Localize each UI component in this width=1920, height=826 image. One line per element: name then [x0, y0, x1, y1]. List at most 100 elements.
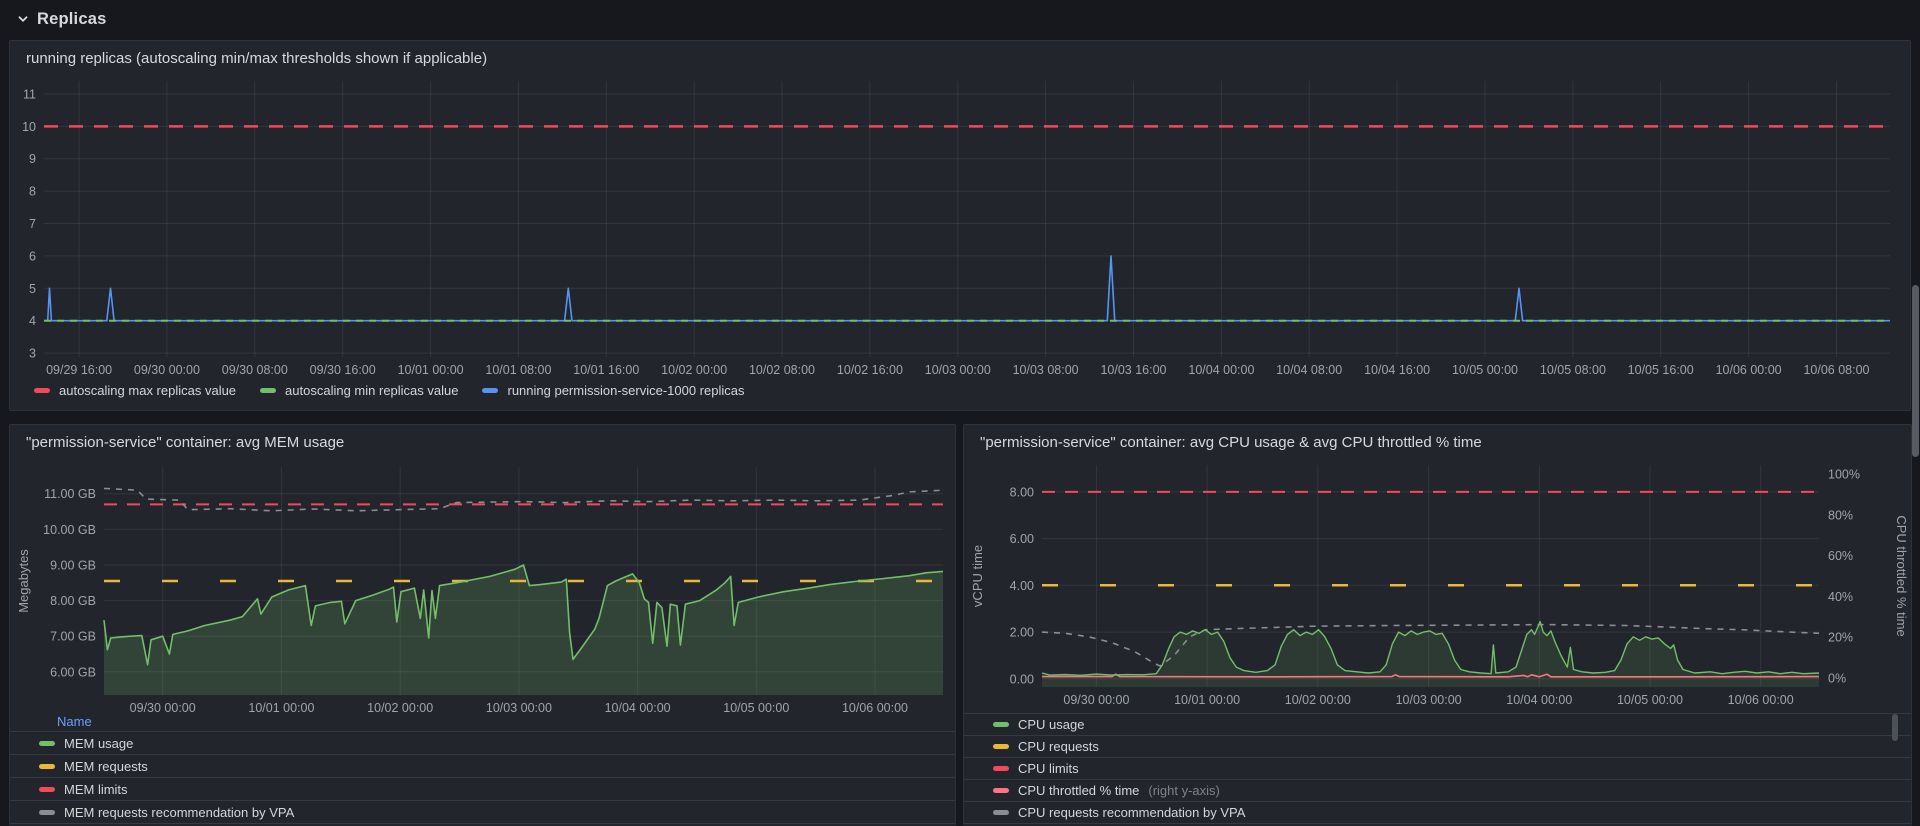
svg-text:10/06 00:00: 10/06 00:00	[1728, 693, 1794, 707]
legend-item[interactable]: running permission-service-1000 replicas	[482, 383, 744, 398]
svg-text:8.00: 8.00	[1010, 485, 1034, 499]
legend-item[interactable]: autoscaling min replicas value	[260, 383, 458, 398]
series-color-pill	[34, 388, 50, 393]
mem-legend-table: Name MEM usage MEM requests MEM limits MEM …	[10, 711, 955, 824]
chevron-down-icon	[16, 12, 30, 26]
svg-text:10: 10	[22, 120, 36, 134]
panel-title-mem-usage[interactable]: "permission-service" container: avg MEM …	[10, 425, 955, 451]
legend-row[interactable]: CPU usage	[964, 713, 1911, 735]
legend-row[interactable]: CPU requests recommendation by VPA	[964, 801, 1911, 823]
svg-text:10/05 16:00: 10/05 16:00	[1628, 363, 1694, 377]
legend-label: MEM requests	[64, 759, 148, 774]
svg-text:10/01 08:00: 10/01 08:00	[485, 363, 551, 377]
svg-text:80%: 80%	[1828, 508, 1853, 522]
mem-chart-canvas: 6.00 GB7.00 GB8.00 GB9.00 GB10.00 GB11.0…	[12, 453, 953, 715]
panel-cpu-usage: "permission-service" container: avg CPU …	[963, 424, 1912, 826]
legend-divider	[10, 823, 955, 824]
svg-text:10/05 00:00: 10/05 00:00	[1617, 693, 1683, 707]
svg-text:10/03 16:00: 10/03 16:00	[1100, 363, 1166, 377]
svg-text:3: 3	[29, 347, 36, 361]
svg-text:09/30 08:00: 09/30 08:00	[222, 363, 288, 377]
legend-row[interactable]: MEM limits	[10, 777, 955, 800]
legend-name-header[interactable]: Name	[10, 711, 955, 731]
svg-text:10/05 08:00: 10/05 08:00	[1540, 363, 1606, 377]
svg-text:9: 9	[29, 152, 36, 166]
panel-title-cpu-usage[interactable]: "permission-service" container: avg CPU …	[964, 425, 1911, 451]
legend-label: CPU usage	[1018, 717, 1084, 732]
svg-text:100%: 100%	[1828, 468, 1860, 482]
legend-row[interactable]: MEM usage	[10, 731, 955, 754]
svg-text:09/30 16:00: 09/30 16:00	[310, 363, 376, 377]
svg-text:10/05 00:00: 10/05 00:00	[1452, 363, 1518, 377]
svg-text:6.00 GB: 6.00 GB	[50, 665, 96, 679]
series-color-pill	[39, 787, 55, 792]
legend-scrollbar-thumb[interactable]	[1892, 714, 1898, 741]
svg-text:11: 11	[23, 87, 36, 101]
svg-text:09/30 00:00: 09/30 00:00	[1063, 693, 1129, 707]
y-axis-label: vCPU time	[970, 545, 985, 607]
svg-text:4: 4	[29, 314, 36, 328]
svg-text:10/03 08:00: 10/03 08:00	[1013, 363, 1079, 377]
series-color-pill	[260, 388, 276, 393]
svg-text:6: 6	[29, 249, 36, 263]
series-color-pill	[993, 788, 1009, 793]
svg-text:10/04 08:00: 10/04 08:00	[1276, 363, 1342, 377]
cpu-legend-table: CPU usage CPU requests CPU limits CPU throt…	[964, 713, 1911, 824]
svg-text:7.00 GB: 7.00 GB	[50, 630, 96, 644]
svg-text:11.00 GB: 11.00 GB	[44, 487, 96, 501]
replicas-legend: autoscaling max replicas value autoscalin…	[34, 383, 744, 398]
svg-text:09/30 00:00: 09/30 00:00	[134, 363, 200, 377]
svg-text:10/04 00:00: 10/04 00:00	[1188, 363, 1254, 377]
legend-label: MEM limits	[64, 782, 128, 797]
legend-label: CPU limits	[1018, 761, 1079, 776]
legend-row[interactable]: MEM requests recommendation by VPA	[10, 800, 955, 823]
replicas-chart-canvas: 3456789101109/29 16:0009/30 00:0009/30 0…	[14, 69, 1906, 381]
svg-text:0%: 0%	[1828, 671, 1846, 685]
series-color-pill	[993, 722, 1009, 727]
legend-label: CPU requests	[1018, 739, 1099, 754]
legend-label: autoscaling max replicas value	[59, 383, 236, 398]
svg-text:10/02 00:00: 10/02 00:00	[1285, 693, 1351, 707]
chart-svg: 0.00 2.00 4.00 6.00 8.00 0% 20% 40% 60% 80% 100% 09…	[966, 453, 1909, 707]
svg-text:10/01 00:00: 10/01 00:00	[398, 363, 464, 377]
legend-label: running permission-service-1000 replicas	[507, 383, 744, 398]
legend-row[interactable]: CPU requests	[964, 735, 1911, 757]
svg-text:8: 8	[29, 185, 36, 199]
legend-label: CPU requests recommendation by VPA	[1018, 805, 1245, 820]
svg-text:60%: 60%	[1828, 549, 1853, 563]
svg-text:2.00: 2.00	[1010, 626, 1034, 640]
legend-row[interactable]: CPU throttled % time(right y-axis)	[964, 779, 1911, 801]
svg-text:4.00: 4.00	[1010, 579, 1034, 593]
svg-text:10/06 08:00: 10/06 08:00	[1803, 363, 1869, 377]
svg-text:40%: 40%	[1828, 590, 1853, 604]
legend-label: MEM usage	[64, 736, 133, 751]
svg-text:10/04 16:00: 10/04 16:00	[1364, 363, 1430, 377]
svg-text:0.00: 0.00	[1010, 672, 1034, 686]
legend-row[interactable]: MEM requests	[10, 754, 955, 777]
series-color-pill	[993, 810, 1009, 815]
section-row-replicas[interactable]: Replicas	[16, 7, 106, 31]
svg-text:6.00: 6.00	[1010, 532, 1034, 546]
legend-row[interactable]: CPU limits	[964, 757, 1911, 779]
svg-text:20%: 20%	[1828, 631, 1853, 645]
series-color-pill	[993, 766, 1009, 771]
series-color-pill	[39, 810, 55, 815]
chart-svg: 6.00 GB7.00 GB8.00 GB9.00 GB10.00 GB11.0…	[12, 453, 953, 715]
svg-text:10/02 08:00: 10/02 08:00	[749, 363, 815, 377]
svg-text:10/01 16:00: 10/01 16:00	[573, 363, 639, 377]
svg-text:10/04 00:00: 10/04 00:00	[1506, 693, 1572, 707]
legend-divider	[964, 823, 1911, 824]
legend-label: autoscaling min replicas value	[285, 383, 458, 398]
svg-text:10/02 00:00: 10/02 00:00	[661, 363, 727, 377]
right-y-axis-label: CPU throttled % time	[1894, 515, 1909, 636]
panel-title-running-replicas[interactable]: running replicas (autoscaling min/max th…	[10, 41, 1910, 67]
legend-item[interactable]: autoscaling max replicas value	[34, 383, 236, 398]
cpu-chart-canvas: 0.00 2.00 4.00 6.00 8.00 0% 20% 40% 60% 80% 100% 09…	[966, 453, 1909, 707]
series-color-pill	[39, 764, 55, 769]
svg-text:10.00 GB: 10.00 GB	[43, 523, 96, 537]
panel-mem-usage: "permission-service" container: avg MEM …	[9, 424, 956, 826]
y-axis-label: Megabytes	[16, 549, 31, 613]
page-scrollbar-thumb[interactable]	[1912, 285, 1919, 457]
panel-running-replicas: running replicas (autoscaling min/max th…	[9, 40, 1911, 411]
svg-text:10/03 00:00: 10/03 00:00	[925, 363, 991, 377]
